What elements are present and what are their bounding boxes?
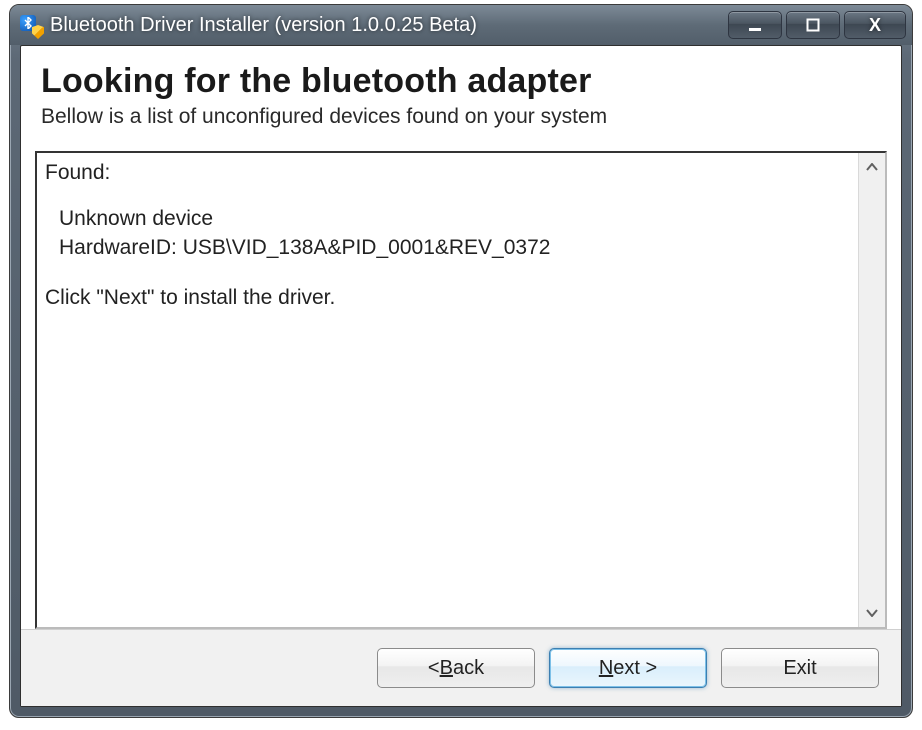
minimize-button[interactable] xyxy=(728,11,782,39)
scroll-down-arrow-icon[interactable] xyxy=(859,599,885,627)
device-list-box: Found: Unknown device HardwareID: USB\VI… xyxy=(35,151,887,629)
instruction-text: Click "Next" to install the driver. xyxy=(45,284,850,312)
exit-label: Exit xyxy=(783,657,816,680)
window-controls: X xyxy=(728,11,906,39)
device-list-content: Found: Unknown device HardwareID: USB\VI… xyxy=(37,153,858,627)
device-name: Unknown device xyxy=(45,205,850,233)
page-header: Looking for the bluetooth adapter Bellow… xyxy=(21,46,901,151)
page-heading: Looking for the bluetooth adapter xyxy=(41,62,881,101)
window-title: Bluetooth Driver Installer (version 1.0.… xyxy=(50,14,728,37)
hardware-id-label: HardwareID: xyxy=(59,236,177,259)
next-mnemonic: N xyxy=(599,657,613,680)
next-button[interactable]: Next > xyxy=(549,648,707,688)
back-mnemonic: B xyxy=(440,657,453,680)
exit-button[interactable]: Exit xyxy=(721,648,879,688)
wizard-footer: < Back Next > Exit xyxy=(21,629,901,706)
scroll-up-arrow-icon[interactable] xyxy=(859,153,885,181)
next-suffix: ext > xyxy=(613,657,657,680)
page-subheading: Bellow is a list of unconfigured devices… xyxy=(41,105,881,129)
close-button[interactable]: X xyxy=(844,11,906,39)
installer-window: Bluetooth Driver Installer (version 1.0.… xyxy=(9,4,913,718)
scrollbar[interactable] xyxy=(858,153,885,627)
hardware-id-line: HardwareID: USB\VID_138A&PID_0001&REV_03… xyxy=(45,234,850,262)
back-button[interactable]: < Back xyxy=(377,648,535,688)
app-icon xyxy=(20,15,40,35)
close-icon: X xyxy=(869,16,881,34)
content-frame-wrap: Found: Unknown device HardwareID: USB\VI… xyxy=(21,151,901,629)
client-area: Looking for the bluetooth adapter Bellow… xyxy=(20,45,902,707)
back-suffix: ack xyxy=(453,657,484,680)
hardware-id-value: USB\VID_138A&PID_0001&REV_0372 xyxy=(183,236,551,259)
found-label: Found: xyxy=(45,159,850,187)
back-prefix: < xyxy=(428,657,440,680)
maximize-button[interactable] xyxy=(786,11,840,39)
uac-shield-icon xyxy=(32,25,44,39)
titlebar: Bluetooth Driver Installer (version 1.0.… xyxy=(10,5,912,45)
